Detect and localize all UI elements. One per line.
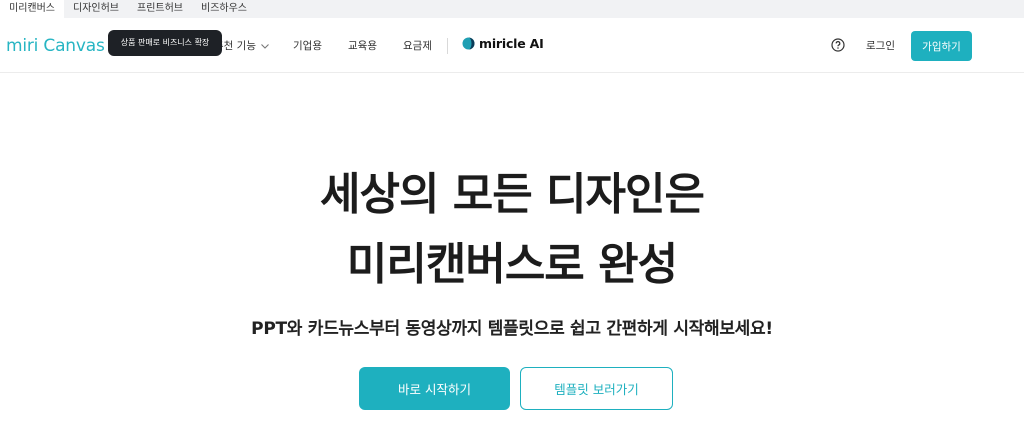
hero-title-line1: 세상의 모든 디자인은 bbox=[320, 169, 705, 220]
service-tab-miricanvas[interactable]: 미리캔버스 bbox=[0, 0, 64, 18]
question-circle-icon[interactable] bbox=[831, 38, 845, 52]
service-tab-printhub[interactable]: 프린트허브 bbox=[128, 0, 192, 18]
nav-features[interactable]: 추천 기능 bbox=[214, 39, 270, 53]
start-now-button[interactable]: 바로 시작하기 bbox=[359, 367, 510, 410]
miricle-ai-label: miricle AI bbox=[479, 36, 544, 51]
signup-button[interactable]: 가입하기 bbox=[911, 31, 972, 61]
service-tab-bizhows[interactable]: 비즈하우스 bbox=[192, 0, 256, 18]
nav-education[interactable]: 교육용 bbox=[348, 39, 377, 53]
service-bar: 미리캔버스 디자인허브 프린트허브 비즈하우스 bbox=[0, 0, 1024, 18]
nav-divider bbox=[447, 38, 448, 54]
nav-enterprise[interactable]: 기업용 bbox=[293, 39, 322, 53]
miricle-ai-icon bbox=[462, 37, 475, 50]
miricle-ai-link[interactable]: miricle AI bbox=[462, 36, 544, 51]
login-link[interactable]: 로그인 bbox=[866, 39, 895, 53]
hero-title-line2: 미리캔버스로 완성 bbox=[346, 239, 678, 290]
tooltip: 상품 판매로 비즈니스 확장 bbox=[108, 30, 222, 56]
hero-subtitle: PPT와 카드뉴스부터 동영상까지 템플릿으로 쉽고 간편하게 시작해보세요! bbox=[251, 319, 773, 339]
nav-pricing[interactable]: 요금제 bbox=[403, 39, 432, 53]
service-tab-designhub[interactable]: 디자인허브 bbox=[64, 0, 128, 18]
logo-text: miri Canvas bbox=[6, 36, 105, 56]
browse-templates-button[interactable]: 템플릿 보러가기 bbox=[520, 367, 673, 410]
logo[interactable]: miri Canvas bbox=[6, 35, 105, 57]
chevron-down-icon bbox=[261, 44, 269, 49]
